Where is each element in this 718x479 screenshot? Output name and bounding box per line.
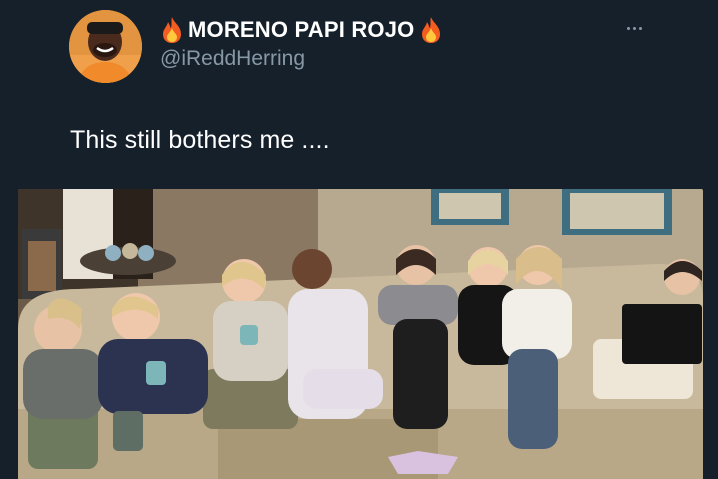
tweet-text: This still bothers me ....: [70, 126, 330, 154]
author-handle[interactable]: @iReddHerring: [160, 47, 305, 71]
more-options-button[interactable]: [620, 18, 648, 38]
more-horizontal-icon: [626, 26, 630, 30]
author-display-name: MORENO PAPI ROJO: [188, 17, 415, 42]
tweet-card: MORENO PAPI ROJO @iReddHerring This stil…: [0, 0, 718, 479]
more-horizontal-icon: [632, 26, 636, 30]
tweet-photo[interactable]: [18, 189, 703, 479]
photo-image: [18, 189, 703, 479]
fire-icon: [419, 16, 443, 44]
avatar-image: [69, 10, 142, 83]
fire-icon: [160, 16, 184, 44]
author-avatar[interactable]: [69, 10, 142, 83]
more-horizontal-icon: [638, 26, 642, 30]
author-name-row[interactable]: MORENO PAPI ROJO: [160, 15, 443, 45]
